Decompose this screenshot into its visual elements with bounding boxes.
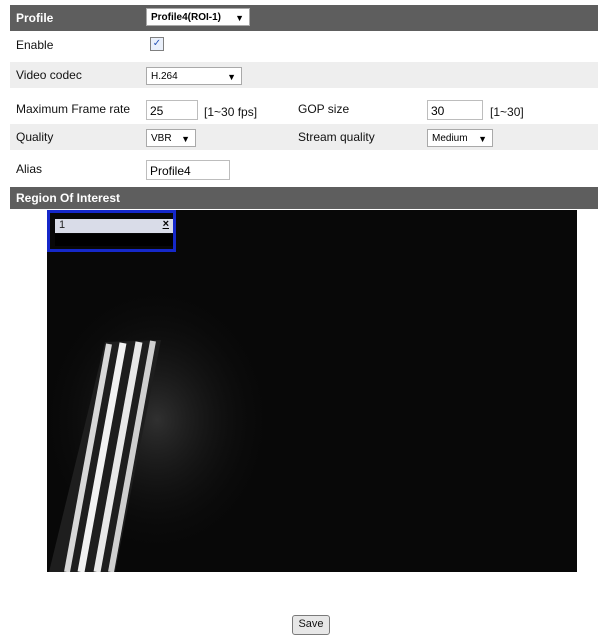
- chevron-down-icon: ▼: [227, 72, 236, 82]
- alias-label: Alias: [16, 162, 43, 176]
- video-viewer[interactable]: 1 ×: [47, 210, 577, 572]
- quality-label: Quality: [16, 130, 54, 144]
- roi-title: Region Of Interest: [16, 191, 121, 205]
- profile-label: Profile: [16, 11, 54, 25]
- profile-row: Profile Profile4(ROI-1) ▼: [10, 5, 598, 31]
- max-frame-rate-range: [1~30 fps]: [204, 105, 258, 119]
- quality-row: Quality VBR ▼ Stream quality Medium ▼: [10, 124, 598, 150]
- close-icon[interactable]: ×: [163, 218, 169, 230]
- quality-select[interactable]: VBR ▼: [146, 129, 196, 147]
- roi-window[interactable]: 1 ×: [47, 210, 176, 252]
- chevron-down-icon: ▼: [235, 13, 244, 23]
- stream-quality-label: Stream quality: [298, 130, 375, 144]
- enable-row: Enable ✓: [10, 32, 598, 58]
- stream-quality-select[interactable]: Medium ▼: [427, 129, 493, 147]
- video-codec-select-value: H.264: [151, 71, 178, 82]
- max-frame-rate-label: Maximum Frame rate: [16, 102, 131, 116]
- max-frame-rate-input[interactable]: 25: [146, 100, 198, 120]
- alias-row: Alias Profile4: [10, 156, 598, 182]
- frame-rate-row: Maximum Frame rate 25 [1~30 fps] GOP siz…: [10, 96, 598, 122]
- save-button[interactable]: Save: [292, 615, 330, 635]
- profile-select-value: Profile4(ROI-1): [151, 12, 222, 23]
- stream-quality-select-value: Medium: [432, 133, 468, 144]
- gop-size-input[interactable]: 30: [427, 100, 483, 120]
- gop-size-label: GOP size: [298, 102, 350, 116]
- video-codec-select[interactable]: H.264 ▼: [146, 67, 242, 85]
- roi-header: Region Of Interest: [10, 187, 598, 209]
- chevron-down-icon: ▼: [181, 134, 190, 144]
- roi-area: [55, 234, 173, 246]
- profile-select[interactable]: Profile4(ROI-1) ▼: [146, 8, 250, 26]
- video-codec-row: Video codec H.264 ▼: [10, 62, 598, 88]
- roi-number: 1: [59, 219, 66, 231]
- alias-input[interactable]: Profile4: [146, 160, 230, 180]
- video-codec-label: Video codec: [16, 68, 82, 82]
- camera-image: [47, 210, 577, 572]
- roi-title-bar[interactable]: 1 ×: [55, 218, 173, 233]
- enable-label: Enable: [16, 38, 54, 52]
- chevron-down-icon: ▼: [478, 134, 487, 144]
- check-icon: ✓: [152, 38, 162, 49]
- enable-checkbox[interactable]: ✓: [150, 37, 164, 51]
- quality-select-value: VBR: [151, 133, 172, 144]
- gop-size-range: [1~30]: [490, 105, 524, 119]
